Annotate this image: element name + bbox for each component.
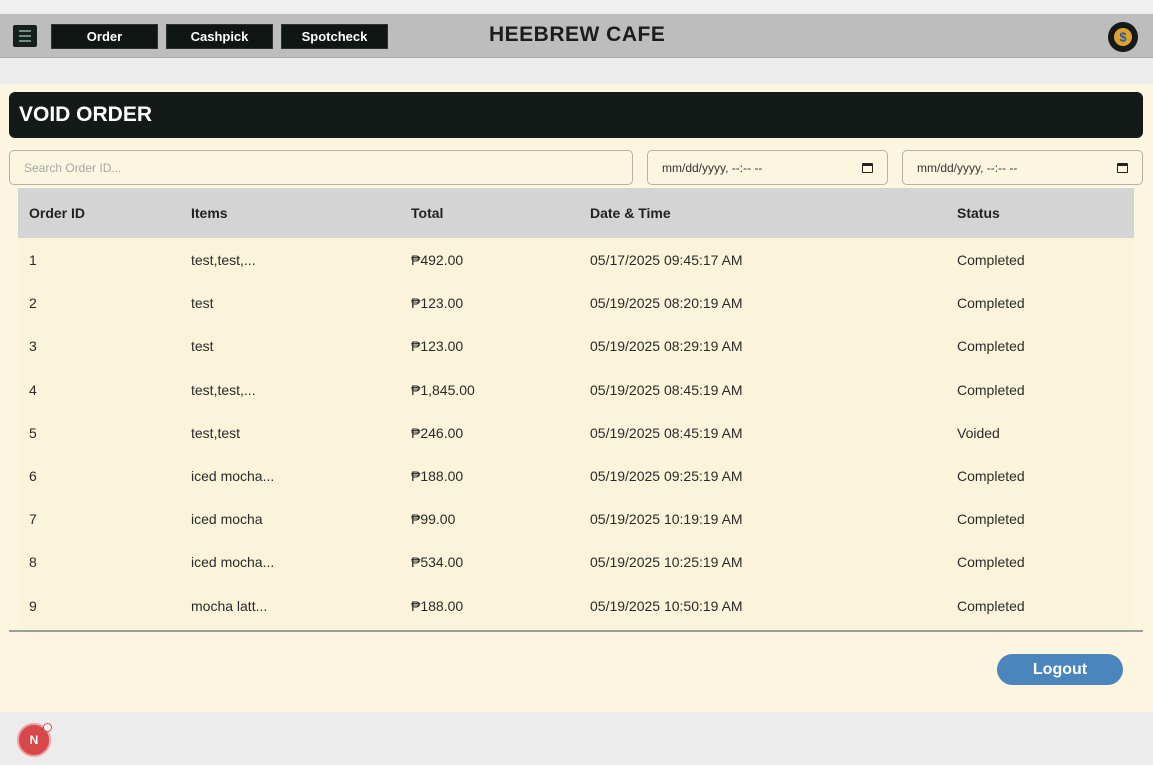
table-row[interactable]: 8 iced mocha... ₱534.00 05/19/2025 10:25:19…: [18, 540, 1134, 583]
cell-order-id: 2: [29, 295, 37, 312]
cell-order-id: 9: [29, 597, 37, 614]
spotcheck-button[interactable]: Spotcheck: [281, 24, 388, 49]
cashpick-button[interactable]: Cashpick: [166, 24, 273, 49]
page-title: VOID ORDER: [9, 92, 1143, 138]
notification-dot-icon: [43, 723, 52, 732]
cell-order-id: 3: [29, 338, 37, 355]
cell-order-id: 5: [29, 424, 37, 441]
date-from-value: mm/dd/yyyy, --:-- --: [662, 160, 763, 175]
cell-date-time: 05/19/2025 10:19:19 AM: [590, 511, 743, 528]
cell-items: test,test,...: [191, 252, 256, 268]
table-header: Order ID Items Total Date & Time Status: [18, 188, 1134, 238]
date-from-field[interactable]: mm/dd/yyyy, --:-- --: [647, 150, 888, 185]
header-order-id[interactable]: Order ID: [29, 205, 85, 221]
cell-date-time: 05/19/2025 09:25:19 AM: [590, 468, 743, 484]
table-row[interactable]: 3 test ₱123.00 05/19/2025 08:29:19 AM Comple…: [18, 324, 1134, 367]
table-divider: [9, 630, 1143, 632]
table-row[interactable]: 9 mocha latt... ₱188.00 05/19/2025 10:50:19…: [18, 584, 1134, 627]
cell-total: ₱492.00: [411, 252, 464, 268]
cell-order-id: 1: [29, 252, 37, 268]
cell-total: ₱188.00: [411, 597, 464, 614]
menu-icon[interactable]: [13, 25, 37, 47]
table-row[interactable]: 2 test ₱123.00 05/19/2025 08:20:19 AM Comple…: [18, 281, 1134, 324]
cell-order-id: 7: [29, 511, 37, 528]
cell-items: test,test,...: [191, 381, 256, 398]
cell-total: ₱123.00: [411, 295, 464, 312]
cell-order-id: 6: [29, 468, 37, 484]
window-top-strip: [0, 0, 1153, 14]
cell-status: Completed: [957, 468, 1025, 484]
cell-items: test: [191, 295, 214, 312]
cell-date-time: 05/19/2025 08:29:19 AM: [590, 338, 743, 355]
cell-items: test,test: [191, 424, 241, 441]
cell-status: Completed: [957, 554, 1025, 571]
cell-status: Voided: [957, 424, 1000, 441]
cell-date-time: 05/19/2025 08:20:19 AM: [590, 295, 743, 312]
cell-status: Completed: [957, 295, 1025, 312]
cell-items: test: [191, 338, 214, 355]
cell-status: Completed: [957, 511, 1025, 528]
cell-items: mocha latt...: [191, 597, 268, 614]
cell-items: iced mocha...: [191, 468, 275, 484]
header-total[interactable]: Total: [411, 205, 443, 221]
cell-date-time: 05/19/2025 10:25:19 AM: [590, 554, 743, 571]
cell-status: Completed: [957, 252, 1025, 268]
cell-order-id: 8: [29, 554, 37, 571]
header-status[interactable]: Status: [957, 205, 1000, 221]
cell-status: Completed: [957, 381, 1025, 398]
cell-status: Completed: [957, 338, 1025, 355]
cell-total: ₱246.00: [411, 424, 464, 441]
logout-button[interactable]: Logout: [997, 654, 1123, 685]
cell-items: iced mocha...: [191, 554, 275, 571]
table-row[interactable]: 4 test,test,... ₱1,845.00 05/19/2025 08:45:…: [18, 368, 1134, 411]
table-row[interactable]: 7 iced mocha ₱99.00 05/19/2025 10:19:19 AM C…: [18, 497, 1134, 540]
cell-date-time: 05/19/2025 08:45:19 AM: [590, 381, 743, 398]
cell-items: iced mocha: [191, 511, 263, 528]
cell-total: ₱1,845.00: [411, 381, 475, 398]
calendar-icon[interactable]: [862, 162, 873, 173]
cell-total: ₱123.00: [411, 338, 464, 355]
bottom-bar: [0, 712, 1153, 765]
cell-date-time: 05/17/2025 09:45:17 AM: [590, 252, 743, 268]
calendar-icon[interactable]: [1117, 162, 1128, 173]
cell-date-time: 05/19/2025 08:45:19 AM: [590, 424, 743, 441]
date-to-field[interactable]: mm/dd/yyyy, --:-- --: [902, 150, 1143, 185]
cell-status: Completed: [957, 597, 1025, 614]
orders-table: Order ID Items Total Date & Time Status …: [18, 188, 1134, 632]
header-date-time[interactable]: Date & Time: [590, 205, 671, 221]
cell-date-time: 05/19/2025 10:50:19 AM: [590, 597, 743, 614]
table-row[interactable]: 1 test,test,... ₱492.00 05/17/2025 09:45:17…: [18, 238, 1134, 281]
main-content: VOID ORDER mm/dd/yyyy, --:-- -- mm/dd/yy…: [0, 84, 1153, 712]
brand-title: HEEBREW CAFE: [489, 23, 666, 46]
table-row[interactable]: 5 test,test ₱246.00 05/19/2025 08:45:19 AM V…: [18, 411, 1134, 454]
cell-total: ₱99.00: [411, 511, 456, 528]
svg-text:$: $: [1119, 30, 1127, 45]
cell-total: ₱534.00: [411, 554, 464, 571]
table-row[interactable]: 6 iced mocha... ₱188.00 05/19/2025 09:25:19…: [18, 454, 1134, 497]
order-button[interactable]: Order: [51, 24, 158, 49]
date-to-value: mm/dd/yyyy, --:-- --: [917, 160, 1018, 175]
header-items[interactable]: Items: [191, 205, 228, 221]
search-input[interactable]: [9, 150, 633, 185]
coin-icon[interactable]: $: [1108, 22, 1138, 52]
cell-total: ₱188.00: [411, 468, 464, 484]
cell-order-id: 4: [29, 381, 37, 398]
